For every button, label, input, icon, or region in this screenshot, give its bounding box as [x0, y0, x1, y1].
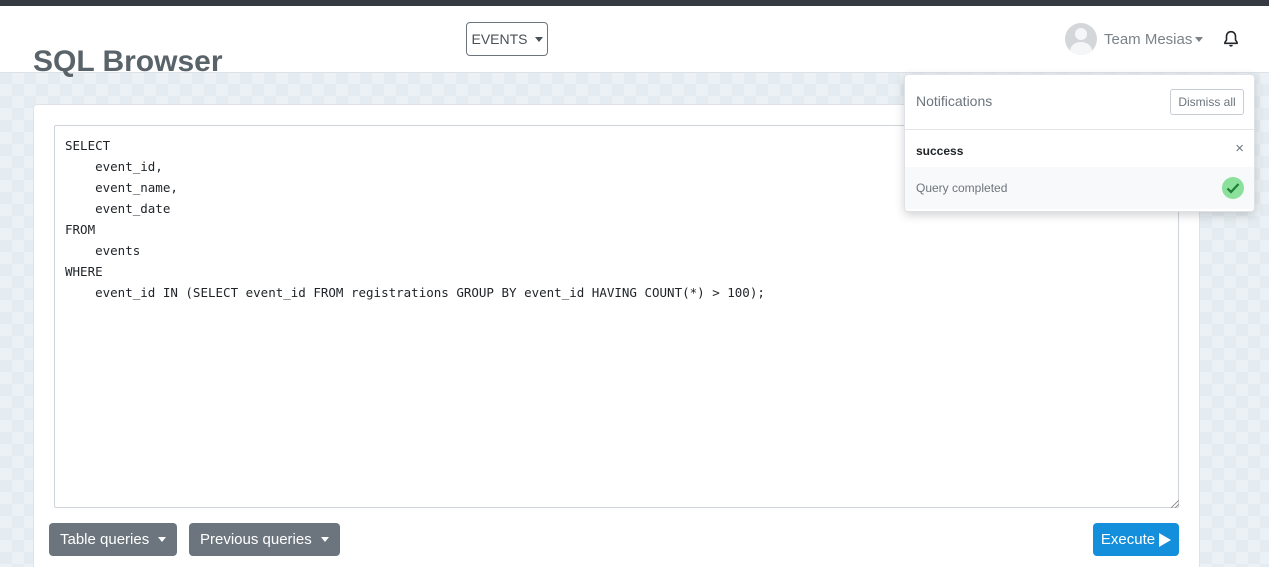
play-icon: [1159, 532, 1172, 547]
execute-button[interactable]: Execute: [1093, 523, 1179, 556]
table-queries-label: Table queries: [60, 531, 150, 548]
table-queries-button[interactable]: Table queries: [49, 523, 178, 556]
notification-message: Query completed: [916, 181, 1008, 195]
user-name: Team Mesias: [1104, 30, 1193, 48]
execute-label: Execute: [1100, 531, 1156, 548]
dismiss-all-button[interactable]: Dismiss all: [1170, 89, 1244, 115]
chevron-down-icon: [1195, 36, 1204, 42]
page-title: SQL Browser: [33, 45, 223, 78]
notification-item: success × Query completed: [905, 131, 1254, 211]
check-circle-icon: [1222, 177, 1244, 199]
bell-icon[interactable]: [1222, 30, 1240, 48]
previous-queries-label: Previous queries: [200, 531, 312, 548]
notification-type: success: [916, 144, 964, 158]
chevron-down-icon: [534, 36, 543, 42]
notifications-panel: Notifications Dismiss all success × Quer…: [904, 74, 1255, 212]
notifications-title: Notifications: [916, 93, 993, 109]
close-icon[interactable]: ×: [1235, 140, 1244, 157]
chevron-down-icon: [158, 537, 167, 542]
user-menu[interactable]: Team Mesias: [1065, 23, 1204, 55]
notification-body: Query completed: [905, 167, 1254, 209]
avatar: [1065, 23, 1097, 55]
notifications-header: Notifications Dismiss all: [905, 75, 1254, 130]
events-label: EVENTS: [471, 31, 528, 47]
resize-handle-icon[interactable]: [1171, 500, 1179, 508]
previous-queries-button[interactable]: Previous queries: [189, 523, 340, 556]
events-dropdown-button[interactable]: EVENTS: [466, 22, 548, 56]
chevron-down-icon: [320, 537, 329, 542]
